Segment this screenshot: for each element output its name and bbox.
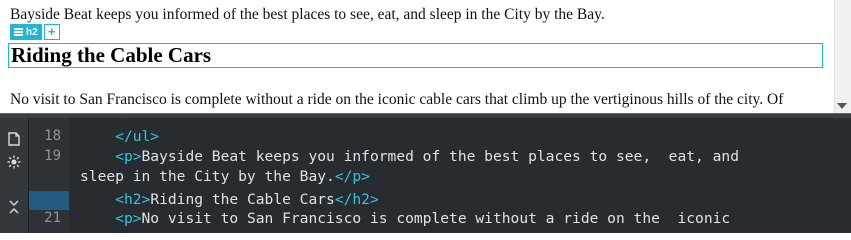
html-tag-token: <p> <box>115 210 142 227</box>
preview-heading[interactable]: Riding the Cable Cars <box>9 44 822 67</box>
html-tag-token: <h2> <box>115 191 151 208</box>
expand-arrows-icon[interactable] <box>7 200 21 214</box>
line-number: 21 <box>44 210 61 226</box>
element-toolbar: h2 + <box>10 24 60 40</box>
html-tag-token: </p> <box>334 168 370 185</box>
code-line[interactable]: <h2>Riding the Cable Cars</h2> <box>80 191 843 208</box>
code-text-token: sleep in the City by the Bay. <box>80 168 335 185</box>
line-number-gutter: 18192021 <box>29 118 69 233</box>
selected-heading-outline[interactable]: Riding the Cable Cars <box>8 43 823 68</box>
code-line[interactable]: <p>No visit to San Francisco is complete… <box>80 210 843 227</box>
editor-toolstrip <box>0 118 29 233</box>
line-number: 19 <box>44 148 61 164</box>
code-text-token: No visit to San Francisco is complete wi… <box>141 210 731 227</box>
code-line[interactable]: </ul> <box>80 128 843 145</box>
element-tag-button[interactable]: h2 <box>10 24 42 40</box>
html-tag-token: <p> <box>115 148 142 165</box>
scroll-down-arrow-icon[interactable] <box>837 103 847 109</box>
sun-icon[interactable] <box>7 155 21 169</box>
preview-paragraph[interactable]: Bayside Beat keeps you informed of the b… <box>10 6 831 24</box>
code-line[interactable]: <p>Bayside Beat keeps you informed of th… <box>80 148 843 165</box>
code-editor[interactable]: </li> 18192021 </ul> <p>Bayside Beat kee… <box>0 118 851 233</box>
preview-scrollbar[interactable] <box>834 0 851 113</box>
html-tag-token: </ul> <box>115 128 160 145</box>
menu-icon <box>14 27 23 37</box>
html-tag-token: </h2> <box>334 191 379 208</box>
live-preview-pane[interactable]: Bayside Beat keeps you informed of the b… <box>0 0 851 113</box>
scrolled-code-line: </li> <box>80 118 843 121</box>
element-tag-label: h2 <box>26 26 38 38</box>
active-line-marker <box>29 191 69 210</box>
code-line[interactable]: sleep in the City by the Bay.</p> <box>80 168 843 185</box>
add-element-button[interactable]: + <box>43 24 60 40</box>
code-text-token: Riding the Cable Cars <box>150 191 335 208</box>
document-icon[interactable] <box>7 132 21 146</box>
code-text-token: Bayside Beat keeps you informed of the b… <box>141 148 739 165</box>
preview-paragraph-2[interactable]: No visit to San Francisco is complete wi… <box>10 91 831 109</box>
line-number: 18 <box>44 128 61 144</box>
